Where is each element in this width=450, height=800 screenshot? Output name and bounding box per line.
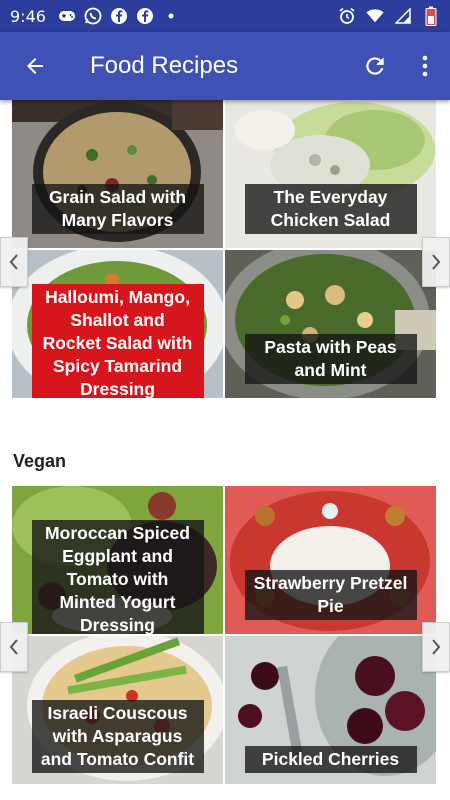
- back-button[interactable]: [0, 32, 70, 100]
- recipe-title: Strawberry Pretzel Pie: [244, 570, 417, 620]
- dot-icon: [162, 7, 180, 25]
- more-vert-icon: [422, 55, 428, 77]
- page-title: Food Recipes: [90, 52, 239, 79]
- recipe-card[interactable]: Strawberry Pretzel Pie: [225, 486, 436, 634]
- whatsapp-icon: [84, 7, 102, 25]
- recipe-list[interactable]: Grain Salad with Many Flavors The Everyd…: [0, 100, 450, 800]
- facebook-icon: [136, 7, 154, 25]
- refresh-button[interactable]: [350, 32, 400, 100]
- arrow-left-icon: [27, 58, 43, 74]
- more-options-button[interactable]: [400, 32, 450, 100]
- carousel-prev-button[interactable]: [0, 622, 28, 672]
- gamepad-icon: [58, 7, 76, 25]
- recipe-card[interactable]: Moroccan Spiced Eggplant and Tomato with…: [12, 486, 223, 634]
- recipe-title: Pickled Cherries: [244, 746, 417, 773]
- recipe-grid-2: Moroccan Spiced Eggplant and Tomato with…: [12, 486, 436, 786]
- alarm-icon: [338, 7, 356, 25]
- facebook-icon: [110, 7, 128, 25]
- recipe-title: Pasta with Peas and Mint: [244, 334, 417, 384]
- recipe-card[interactable]: Pasta with Peas and Mint: [225, 250, 436, 398]
- recipe-card[interactable]: Grain Salad with Many Flavors: [12, 100, 223, 248]
- status-bar: 9:46: [0, 0, 450, 32]
- signal-icon: [394, 7, 412, 25]
- recipe-card[interactable]: The Everyday Chicken Salad: [225, 100, 436, 248]
- carousel-next-button[interactable]: [422, 237, 450, 287]
- chevron-right-icon: [432, 254, 441, 270]
- recipe-card[interactable]: Halloumi, Mango, Shallot and Rocket Sala…: [12, 250, 223, 398]
- section-title: Vegan: [13, 451, 67, 471]
- recipe-title: Israeli Couscous with Asparagus and Toma…: [31, 700, 204, 773]
- carousel-next-button[interactable]: [422, 622, 450, 672]
- chevron-left-icon: [9, 254, 18, 270]
- status-time: 9:46: [10, 6, 46, 26]
- recipe-card[interactable]: Pickled Cherries: [225, 636, 436, 784]
- recipe-title: Halloumi, Mango, Shallot and Rocket Sala…: [31, 284, 204, 398]
- recipe-title: The Everyday Chicken Salad: [244, 184, 417, 234]
- battery-icon: [422, 6, 440, 26]
- carousel-prev-button[interactable]: [0, 237, 28, 287]
- wifi-icon: [366, 7, 384, 25]
- recipe-title: Moroccan Spiced Eggplant and Tomato with…: [31, 520, 204, 634]
- chevron-left-icon: [9, 639, 18, 655]
- app-bar: Food Recipes: [0, 32, 450, 100]
- recipe-card[interactable]: Israeli Couscous with Asparagus and Toma…: [12, 636, 223, 784]
- recipe-title: Grain Salad with Many Flavors: [31, 184, 204, 234]
- refresh-icon: [366, 57, 384, 75]
- recipe-grid-1: Grain Salad with Many Flavors The Everyd…: [12, 100, 436, 398]
- chevron-right-icon: [432, 639, 441, 655]
